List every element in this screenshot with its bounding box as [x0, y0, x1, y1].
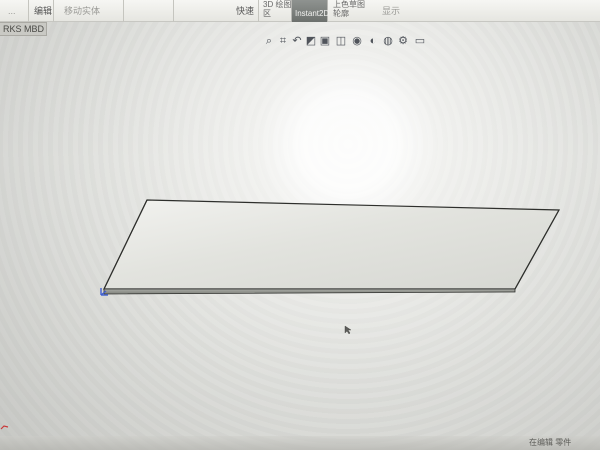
view-settings-icon[interactable]: ⚙ — [397, 35, 409, 47]
document-tab[interactable]: RKS MBD — [0, 22, 47, 36]
ribbon-item-overflow[interactable]: ... — [8, 2, 16, 20]
ribbon-item-display[interactable]: 显示 — [382, 2, 400, 20]
ribbon-item-3d-sketch-line1: 3D 绘图 — [263, 0, 292, 9]
heads-up-view-toolbar: ⌕ ⌗ ↶ ◩ ▣ ◫ ◉ ◐ ◍ ⚙ ▭ — [263, 35, 438, 49]
appearance-icon[interactable]: ◐ — [367, 35, 379, 47]
command-manager-ribbon: ... 编辑 移动实体 快速 3D 绘图 区 Instant2D 上色草图 轮廓… — [0, 0, 600, 22]
ribbon-item-move-entities[interactable]: 移动实体 — [64, 2, 100, 20]
ribbon-item-edit[interactable]: 编辑 — [34, 2, 52, 20]
graphics-viewport[interactable]: ... 编辑 移动实体 快速 3D 绘图 区 Instant2D 上色草图 轮廓… — [0, 0, 600, 450]
zoom-fit-icon[interactable]: ⌕ — [263, 35, 275, 47]
ribbon-divider — [258, 0, 259, 22]
ribbon-item-quick[interactable]: 快速 — [236, 2, 254, 20]
zoom-area-icon[interactable]: ⌗ — [277, 35, 289, 47]
ribbon-item-shaded-line1: 上色草图 — [333, 0, 365, 9]
hide-show-icon[interactable]: ◉ — [351, 35, 363, 47]
section-view-icon[interactable]: ◩ — [305, 35, 317, 47]
view-orientation-icon[interactable]: ▣ — [319, 35, 331, 47]
status-bar-text: 在编辑 零件 — [529, 438, 572, 447]
mouse-cursor-icon — [344, 322, 352, 335]
ribbon-item-shaded-line2: 轮廓 — [333, 9, 349, 18]
ribbon-divider — [28, 0, 29, 22]
plate-right-edge — [514, 209, 560, 290]
status-bar: 在编辑 零件 — [0, 436, 600, 450]
scene-icon[interactable]: ◍ — [382, 35, 394, 47]
ribbon-item-3d-sketch[interactable]: 3D 绘图 区 — [263, 0, 291, 22]
part-svg — [103, 199, 561, 295]
plate-left-edge — [103, 199, 148, 290]
ribbon-item-3d-sketch-line2: 区 — [263, 9, 271, 18]
instant2d-button[interactable]: Instant2D — [291, 0, 330, 22]
display-style-icon[interactable]: ◫ — [335, 35, 347, 47]
monitor-icon[interactable]: ▭ — [414, 35, 426, 47]
red-marker-icon — [0, 418, 10, 430]
plate-front-edge[interactable] — [103, 288, 516, 295]
ribbon-divider — [53, 0, 54, 22]
3d-part-model[interactable] — [0, 0, 600, 450]
ribbon-item-shaded-sketch-contours[interactable]: 上色草图 轮廓 — [333, 0, 365, 22]
origin-triad-icon — [99, 285, 111, 297]
plate-top-face[interactable] — [103, 199, 561, 290]
ribbon-divider — [173, 0, 174, 22]
instant2d-label: Instant2D — [295, 9, 330, 18]
ribbon-divider — [123, 0, 124, 22]
previous-view-icon[interactable]: ↶ — [291, 35, 303, 47]
